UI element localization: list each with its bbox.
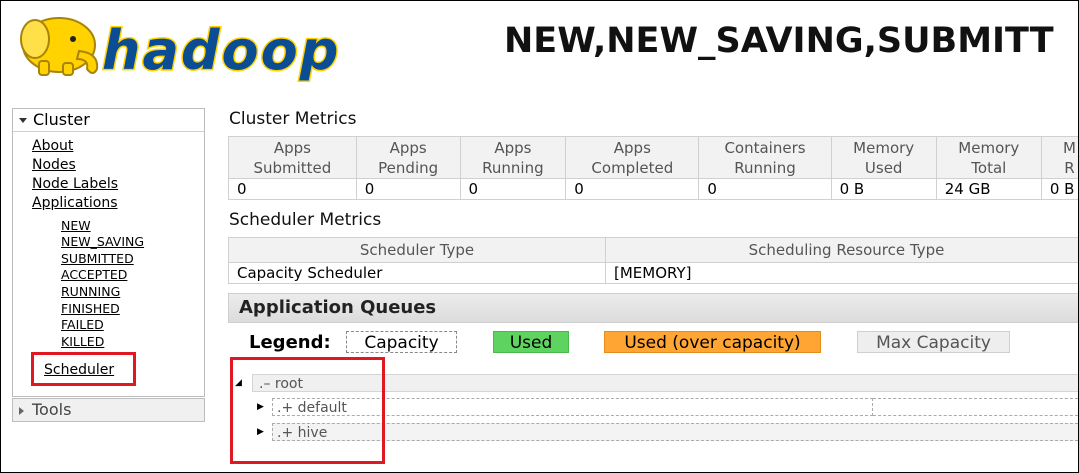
table-row: 0 0 0 0 0 0 B 24 GB 0 B: [228, 178, 1078, 200]
nav-about[interactable]: About: [32, 138, 73, 154]
col-containers-running: Containers Running: [698, 136, 832, 179]
table-header-row: Apps Submitted Apps Pending Apps Running Ap…: [228, 136, 1078, 179]
col-memory-reserved: MR: [1040, 136, 1078, 179]
hadoop-logo: hadoop: [20, 17, 340, 84]
legend-label: Legend:: [249, 332, 331, 353]
col-memory-used: Memory Used: [830, 136, 937, 179]
cluster-header[interactable]: Cluster: [13, 109, 204, 132]
nav-app-failed[interactable]: FAILED: [61, 318, 104, 332]
col-scheduling-resource-type: Scheduling Resource Type: [605, 237, 1078, 263]
elephant-icon: [20, 17, 99, 76]
cluster-metrics-table: Apps Submitted Apps Pending Apps Running Ap…: [228, 136, 1078, 200]
cell-scheduler-type: Capacity Scheduler: [228, 262, 606, 284]
nav-app-finished[interactable]: FINISHED: [61, 302, 120, 316]
cell-memory-total: 24 GB: [935, 178, 1042, 200]
page-title: NEW,NEW_SAVING,SUBMITT: [504, 21, 1054, 61]
col-apps-submitted: Apps Submitted: [228, 136, 357, 179]
nav-node-labels[interactable]: Node Labels: [32, 176, 118, 192]
page-frame: hadoop NEW,NEW_SAVING,SUBMITT Cluster Ab…: [0, 0, 1079, 473]
nav-app-new[interactable]: NEW: [61, 219, 91, 233]
legend-over-capacity: Used (over capacity): [604, 331, 821, 353]
cell-memory-used: 0 B: [830, 178, 937, 200]
legend-used: Used: [493, 331, 569, 353]
cell-apps-running: 0: [459, 178, 567, 200]
nav-app-submitted[interactable]: SUBMITTED: [61, 252, 134, 266]
nav-app-killed[interactable]: KILLED: [61, 335, 104, 349]
nav-applications[interactable]: Applications: [32, 195, 118, 211]
nav-app-new-saving[interactable]: NEW_SAVING: [61, 235, 144, 249]
tools-panel[interactable]: Tools: [12, 398, 205, 422]
application-queues-header: Application Queues: [228, 293, 1078, 323]
legend-capacity: Capacity: [346, 331, 457, 353]
cell-apps-submitted: 0: [228, 178, 357, 200]
col-scheduler-type: Scheduler Type: [228, 237, 606, 263]
expand-triangle-icon: [19, 406, 24, 415]
cell-apps-pending: 0: [355, 178, 461, 200]
table-header-row: Scheduler Type Scheduling Resource Type: [228, 237, 1078, 263]
cell-memory-reserved: 0 B: [1040, 178, 1078, 200]
col-apps-running: Apps Running: [459, 136, 567, 179]
col-memory-total: Memory Total: [935, 136, 1042, 179]
tools-label: Tools: [32, 400, 72, 419]
col-apps-completed: Apps Completed: [565, 136, 700, 179]
cell-apps-completed: 0: [565, 178, 700, 200]
nav-app-accepted[interactable]: ACCEPTED: [61, 268, 127, 282]
scheduler-metrics-title: Scheduler Metrics: [229, 210, 382, 230]
scheduler-metrics-table: Scheduler Type Scheduling Resource Type …: [228, 237, 1078, 284]
cell-scheduling-resource-type: [MEMORY]: [605, 262, 1078, 284]
table-row: Capacity Scheduler [MEMORY]: [228, 262, 1078, 284]
queue-default-max-capacity: [873, 398, 1078, 416]
nav-app-running[interactable]: RUNNING: [61, 285, 120, 299]
cell-containers-running: 0: [698, 178, 832, 200]
nav-scheduler[interactable]: Scheduler: [44, 362, 114, 378]
col-apps-pending: Apps Pending: [355, 136, 461, 179]
nav-nodes[interactable]: Nodes: [32, 157, 76, 173]
queues-highlight-box: [230, 357, 385, 464]
tools-header[interactable]: Tools: [13, 399, 204, 421]
cluster-label: Cluster: [33, 110, 90, 129]
cluster-metrics-title: Cluster Metrics: [229, 109, 357, 129]
queue-hive[interactable]: .+ hive: [272, 423, 1078, 441]
collapse-triangle-icon: [19, 118, 27, 123]
legend-max-capacity: Max Capacity: [857, 331, 1010, 353]
logo-wordmark: hadoop: [102, 19, 340, 82]
